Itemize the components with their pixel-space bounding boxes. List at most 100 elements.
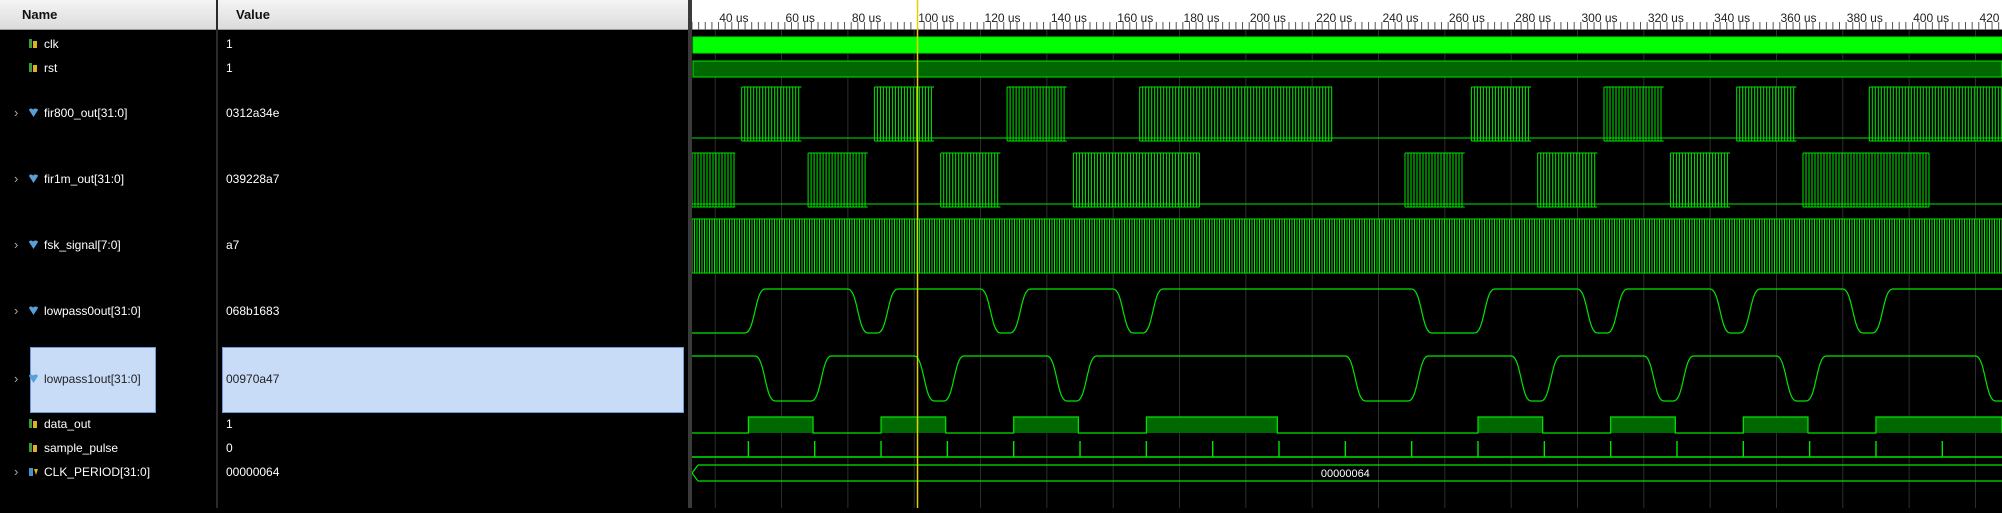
clk-waveform: [692, 36, 2002, 54]
ruler-tick-label: 300 us: [1581, 11, 1617, 25]
name-column-header[interactable]: Name: [0, 0, 216, 30]
signal-lowpass1out-label: lowpass1out[31:0]: [28, 372, 141, 386]
ruler-tick-label: 400 us: [1913, 11, 1949, 25]
signal-name-text: fsk_signal[7:0]: [44, 238, 121, 252]
parameter-icon: [28, 466, 39, 478]
value-pane: Value 1 1 0312a34e 039228a7 a7 068b1683 00970a…: [218, 0, 688, 508]
signal-lowpass0out-name-row[interactable]: › lowpass0out[31:0]: [0, 279, 216, 345]
signal-sample-pulse-name-row[interactable]: sample_pulse: [0, 437, 216, 461]
signal-lowpass1out-value: 00970a47: [226, 371, 280, 386]
signal-name-text: fir800_out[31:0]: [44, 106, 128, 120]
ruler-tick-label: 160 us: [1117, 11, 1153, 25]
expand-chevron-icon[interactable]: ›: [14, 303, 18, 318]
ruler-tick-label: 180 us: [1184, 11, 1220, 25]
clk-period-bus-label: 00000064: [1321, 468, 1370, 480]
signal-name-text: clk: [44, 37, 59, 51]
signal-fir800-out-label: fir800_out[31:0]: [28, 106, 127, 120]
expand-chevron-icon[interactable]: ›: [14, 105, 18, 120]
signal-fsk-signal-label: fsk_signal[7:0]: [28, 238, 121, 252]
ruler-tick-label: 220 us: [1316, 11, 1352, 25]
ruler-tick-label: 420 us: [1979, 11, 2002, 25]
waveform-pane[interactable]: 40 us 60 us 80 us 100 us 120 us 140 us 160 us 1…: [671, 0, 2002, 508]
signal-name-text: fir1m_out[31:0]: [44, 172, 125, 186]
signal-data-out-value-row[interactable]: 1: [218, 413, 688, 437]
data-out-waveform-high-fill: [1478, 417, 1543, 433]
signal-name-text: CLK_PERIOD[31:0]: [44, 465, 151, 479]
data-out-waveform-high-fill: [881, 417, 946, 433]
selection-highlight: [222, 347, 684, 413]
signal-sample-pulse-label: sample_pulse: [28, 441, 118, 455]
signal-name-text: rst: [44, 61, 58, 75]
logic-signal-icon: [28, 62, 39, 74]
signal-fir1m-out-label: fir1m_out[31:0]: [28, 172, 124, 186]
signal-data-out-value: 1: [226, 417, 233, 431]
fsk-signal-waveform: [691, 218, 2002, 274]
signal-lowpass1out-value-row[interactable]: 00970a47: [218, 346, 688, 413]
expand-chevron-icon[interactable]: ›: [14, 237, 18, 252]
signal-sample-pulse-value: 0: [226, 441, 233, 455]
signal-lowpass0out-value: 068b1683: [226, 304, 280, 318]
signal-data-out-name-row[interactable]: data_out: [0, 413, 216, 437]
data-out-waveform-high-fill: [1013, 417, 1079, 433]
signal-name-text: sample_pulse: [44, 441, 119, 455]
signal-rst-value: 1: [226, 61, 233, 75]
expand-chevron-icon[interactable]: ›: [14, 464, 18, 479]
bus-signal-icon: [28, 305, 39, 317]
logic-signal-icon: [28, 38, 39, 50]
ruler-tick-label: 120 us: [985, 11, 1021, 25]
signal-lowpass0out-value-row[interactable]: 068b1683: [218, 279, 688, 345]
bus-signal-icon: [28, 107, 39, 119]
ruler-tick-label: 140 us: [1051, 11, 1087, 25]
bus-signal-icon: [28, 373, 39, 385]
ruler-tick-label: 60 us: [786, 11, 815, 25]
ruler-tick-label: 200 us: [1250, 11, 1286, 25]
signal-clk-period-label: CLK_PERIOD[31:0]: [28, 465, 150, 479]
data-out-waveform-high-fill: [1743, 417, 1808, 433]
signal-clk-period-name-row[interactable]: › CLK_PERIOD[31:0]: [0, 461, 216, 485]
signal-lowpass0out-label: lowpass0out[31:0]: [28, 304, 141, 318]
signal-fir1m-out-name-row[interactable]: › fir1m_out[31:0]: [0, 147, 216, 213]
lowpass1out-waveform: [671, 355, 2002, 402]
signal-fir800-out-value-row[interactable]: 0312a34e: [218, 81, 688, 147]
signal-rst-name-row[interactable]: rst: [0, 57, 216, 81]
data-out-waveform-high-fill: [1875, 417, 2002, 433]
signal-clk-value: 1: [226, 37, 233, 51]
waveform-canvas[interactable]: 40 us 60 us 80 us 100 us 120 us 140 us 160 us 1…: [671, 0, 2002, 508]
bus-signal-icon: [28, 173, 39, 185]
signal-clk-value-row[interactable]: 1: [218, 33, 688, 57]
signal-sample-pulse-value-row[interactable]: 0: [218, 437, 688, 461]
signal-fir1m-out-value-row[interactable]: 039228a7: [218, 147, 688, 213]
signal-lowpass1out-name-row[interactable]: › lowpass1out[31:0]: [0, 346, 216, 413]
signal-fir800-out-name-row[interactable]: › fir800_out[31:0]: [0, 81, 216, 147]
signal-rst-label: rst: [28, 61, 57, 75]
value-column-header[interactable]: Value: [218, 0, 688, 30]
signal-clk-label: clk: [28, 37, 59, 51]
data-out-waveform-high-fill: [1146, 417, 1278, 433]
data-out-waveform-high-fill: [748, 417, 814, 433]
ruler-tick-label: 100 us: [918, 11, 954, 25]
signal-name-text: lowpass0out[31:0]: [44, 304, 141, 318]
data-out-waveform-high-fill: [1610, 417, 1676, 433]
signal-fsk-signal-value: a7: [226, 238, 240, 252]
signal-clk-name-row[interactable]: clk: [0, 33, 216, 57]
logic-signal-icon: [28, 442, 39, 454]
signal-data-out-label: data_out: [28, 417, 91, 431]
rst-waveform: [692, 60, 2002, 78]
signal-name-text: data_out: [44, 417, 91, 431]
signal-rst-value-row[interactable]: 1: [218, 57, 688, 81]
expand-chevron-icon[interactable]: ›: [14, 171, 18, 186]
signal-clk-period-value: 00000064: [226, 465, 280, 479]
ruler-tick-label: 240 us: [1383, 11, 1419, 25]
signal-fir1m-out-value: 039228a7: [226, 172, 280, 186]
logic-signal-icon: [28, 418, 39, 430]
ruler-tick-label: 360 us: [1780, 11, 1816, 25]
ruler-tick-label: 380 us: [1847, 11, 1883, 25]
expand-chevron-icon[interactable]: ›: [14, 371, 18, 386]
ruler-tick-label: 80 us: [852, 11, 881, 25]
signal-fsk-signal-value-row[interactable]: a7: [218, 213, 688, 279]
signal-clk-period-value-row[interactable]: 00000064: [218, 461, 688, 485]
signal-fir800-out-value: 0312a34e: [226, 106, 280, 120]
signal-name-text: lowpass1out[31:0]: [44, 371, 141, 386]
ruler-tick-label: 40 us: [719, 11, 748, 25]
signal-fsk-signal-name-row[interactable]: › fsk_signal[7:0]: [0, 213, 216, 279]
